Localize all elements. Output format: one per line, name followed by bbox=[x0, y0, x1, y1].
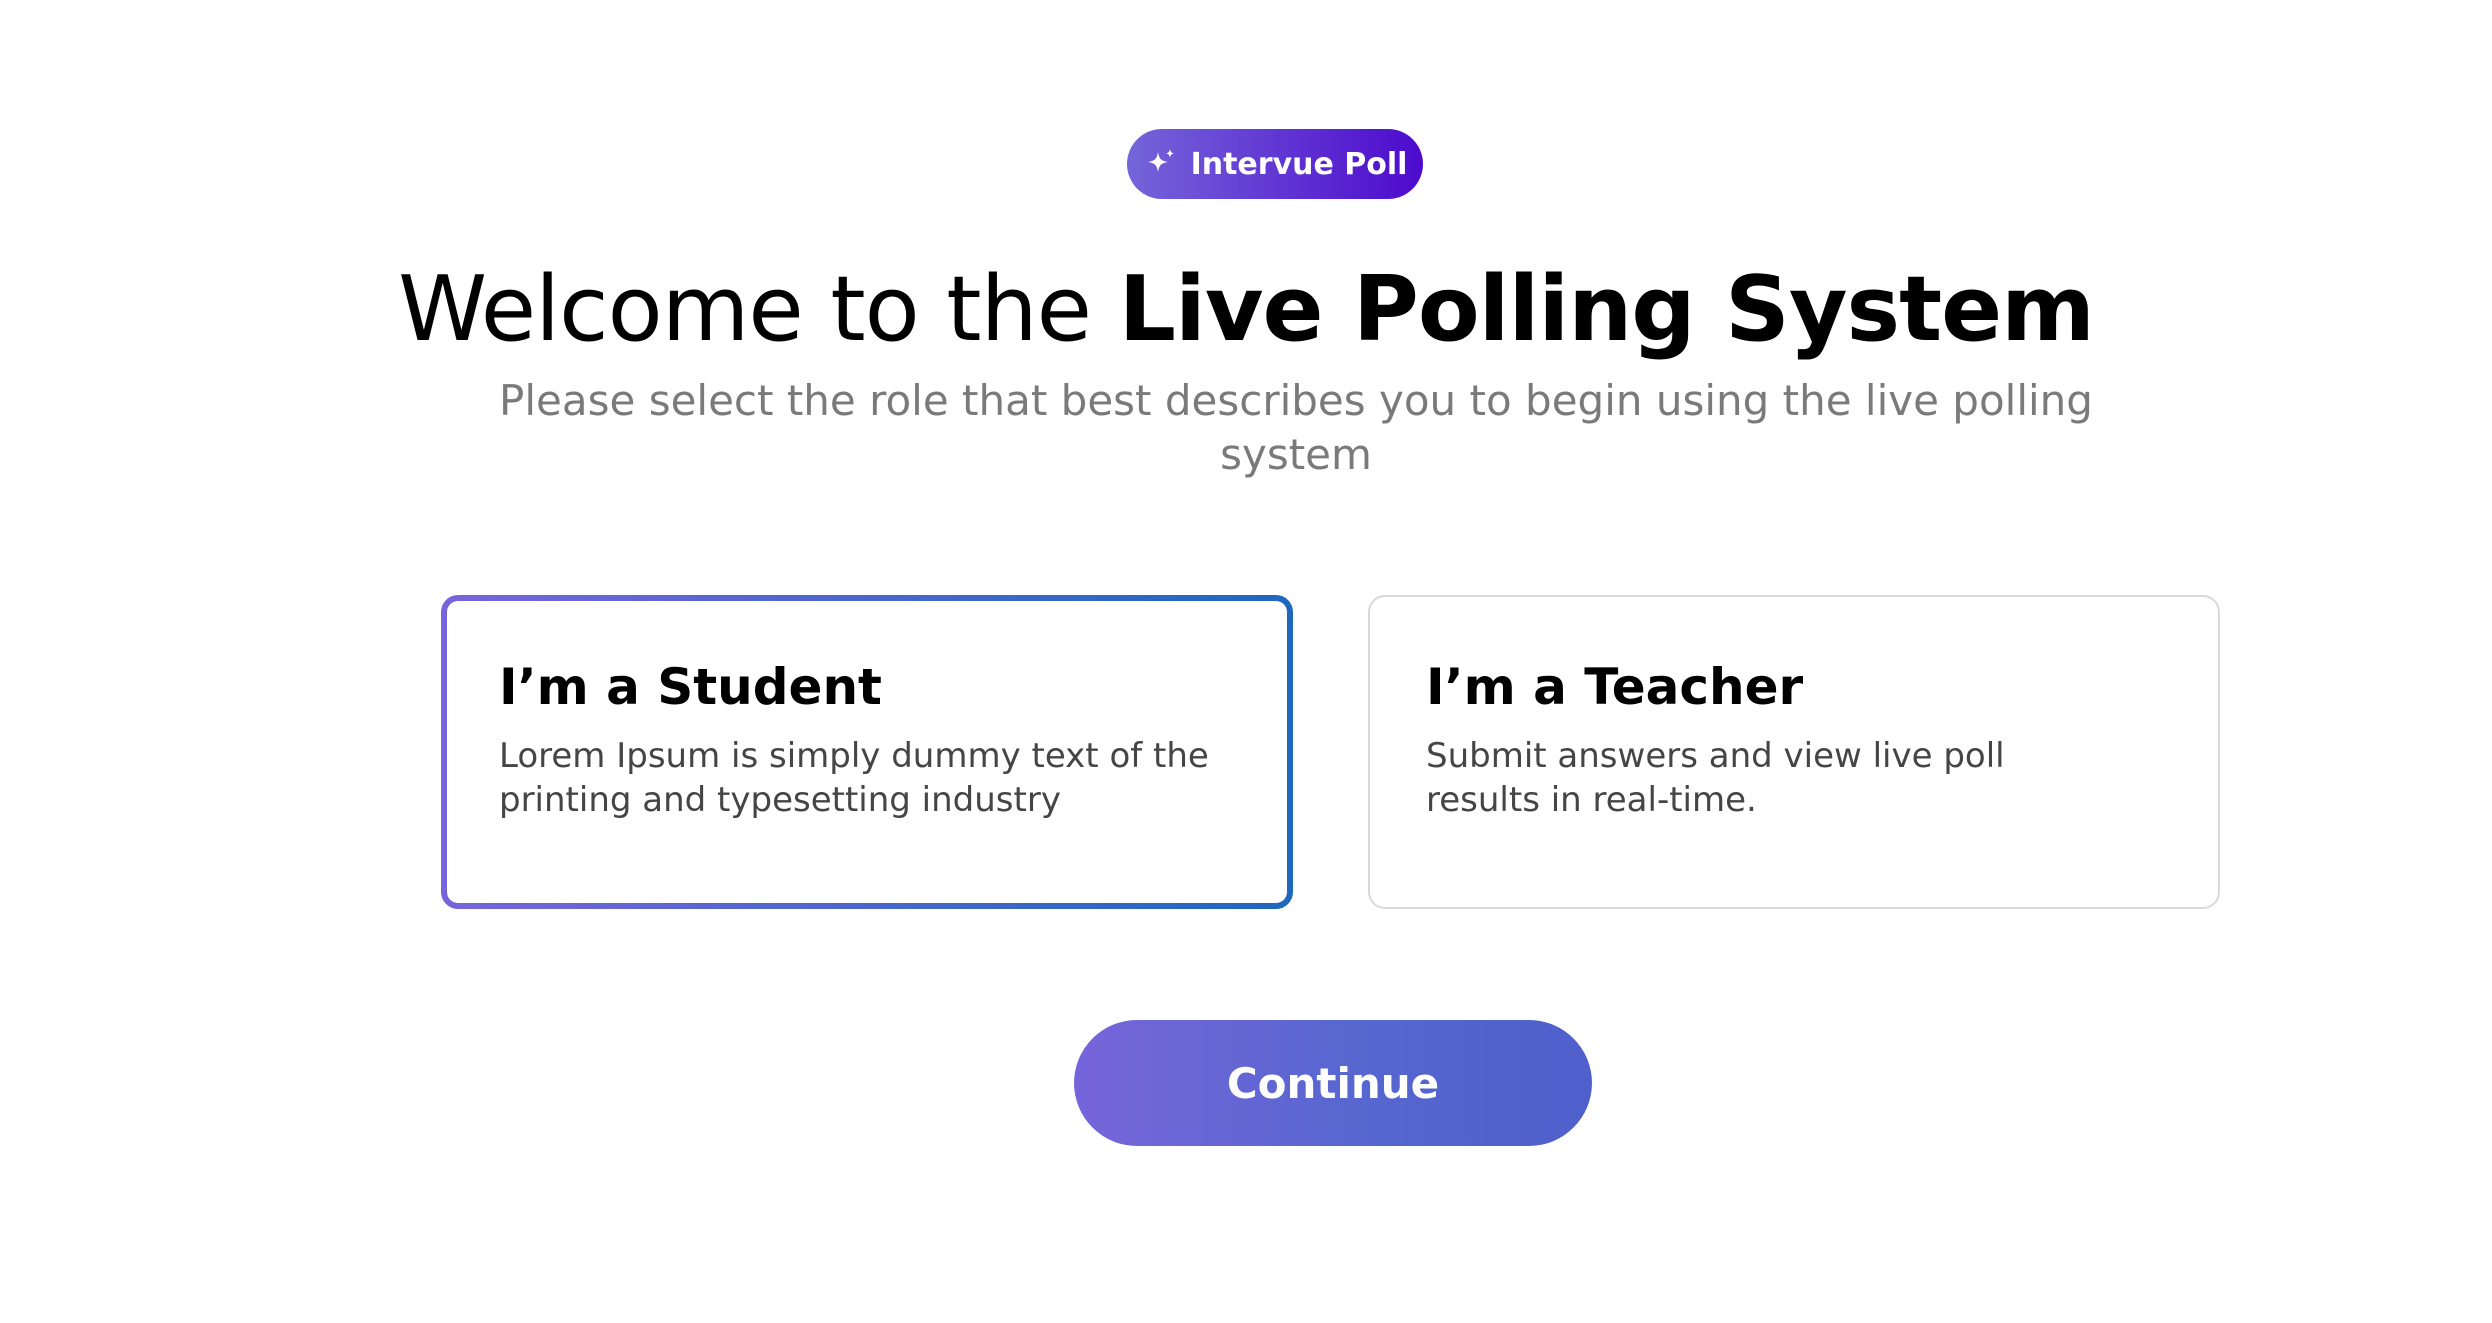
role-selection-page: Intervue Poll Welcome to the Live Pollin… bbox=[0, 0, 2492, 1323]
page-title: Welcome to the Live Polling System bbox=[0, 255, 2492, 365]
brand-badge: Intervue Poll bbox=[1127, 129, 1423, 199]
role-card-student[interactable]: I’m a Student Lorem Ipsum is simply dumm… bbox=[441, 595, 1293, 909]
role-card-description: Lorem Ipsum is simply dummy text of the … bbox=[499, 736, 1209, 820]
page-title-regular: Welcome to the bbox=[398, 257, 1119, 362]
role-card-title: I’m a Student bbox=[499, 658, 882, 716]
role-card-description: Submit answers and view live poll result… bbox=[1426, 736, 2005, 820]
role-card-teacher[interactable]: I’m a Teacher Submit answers and view li… bbox=[1368, 595, 2220, 909]
continue-button[interactable]: Continue bbox=[1074, 1020, 1592, 1146]
page-title-bold: Live Polling System bbox=[1118, 257, 2095, 362]
page-subtitle: Please select the role that best describ… bbox=[499, 376, 2093, 479]
role-card-title: I’m a Teacher bbox=[1426, 658, 1804, 716]
brand-badge-label: Intervue Poll bbox=[1190, 146, 1408, 182]
sparkle-icon bbox=[1143, 146, 1179, 182]
